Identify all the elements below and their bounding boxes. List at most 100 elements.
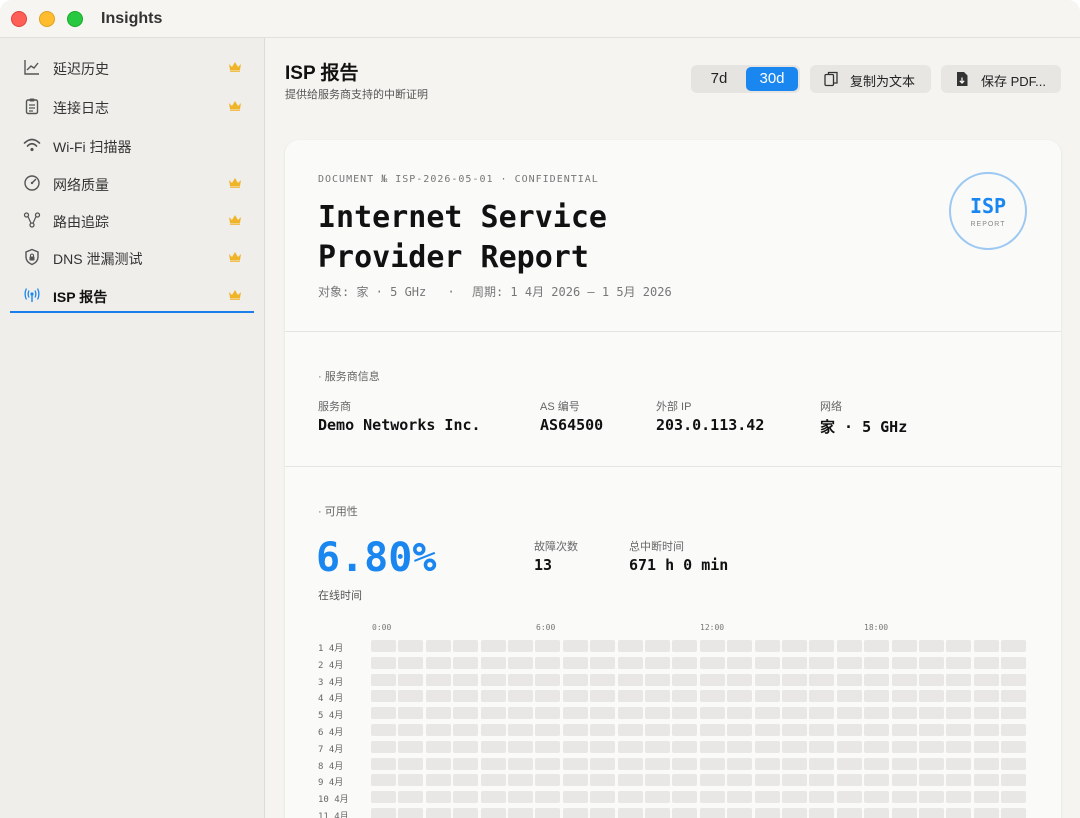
heatmap-cell — [590, 740, 616, 753]
report-period: 周期: 1 4月 2026 — 1 5月 2026 — [471, 285, 672, 299]
network-label: 网络 — [820, 401, 842, 413]
heatmap-cell — [809, 673, 835, 686]
heatmap-cell — [864, 740, 890, 753]
sidebar-item-dns-leak-test[interactable]: DNS 泄漏测试 — [10, 239, 254, 275]
heatmap-cell — [973, 791, 999, 804]
heatmap-cell — [1001, 791, 1027, 804]
sidebar-item-traceroute[interactable]: 路由追踪 — [10, 202, 254, 238]
heatmap-cell — [754, 740, 780, 753]
heatmap-cell — [508, 724, 533, 736]
outages-label: 故障次数 — [534, 541, 578, 553]
crown-icon — [229, 178, 241, 188]
copy-icon — [824, 71, 838, 87]
heatmap-cell — [480, 774, 506, 787]
heatmap-cell — [699, 724, 725, 736]
heatmap-cell — [864, 724, 890, 736]
heatmap-cell — [562, 640, 588, 652]
heatmap-cell — [371, 673, 396, 686]
heatmap-cell — [699, 774, 725, 787]
heatmap-cell — [480, 740, 506, 753]
route-nodes-icon — [23, 212, 41, 228]
heatmap-cell — [562, 724, 588, 736]
heatmap-cell — [754, 724, 780, 736]
heatmap-cell — [398, 673, 424, 686]
outages-value: 13 — [534, 556, 553, 574]
heatmap-cell — [836, 656, 862, 669]
sidebar: 延迟历史 连接日志 Wi-Fi 扫描器 网络质量 路由追踪 DNS 泄漏测试 I… — [0, 38, 265, 818]
heatmap-cell — [836, 757, 862, 770]
heatmap-cell — [809, 640, 835, 652]
heatmap-cell — [371, 774, 396, 787]
heatmap-cell — [617, 707, 643, 720]
heatmap-cell — [973, 724, 999, 736]
heatmap-cell — [754, 640, 780, 652]
heatmap-cell — [645, 673, 670, 686]
heatmap-cell — [864, 808, 890, 818]
heatmap-cell — [754, 656, 780, 669]
heatmap-cell — [973, 808, 999, 818]
sidebar-item-connection-log[interactable]: 连接日志 — [10, 88, 254, 124]
heatmap-cell — [562, 690, 588, 703]
heatmap-cell — [809, 757, 835, 770]
range-7d-button[interactable]: 7d — [693, 67, 745, 91]
heatmap-cell — [836, 690, 862, 703]
network-value: 家 · 5 GHz — [820, 418, 908, 436]
heatmap-cell — [836, 791, 862, 804]
heatmap-cell — [809, 791, 835, 804]
heatmap-cell — [782, 656, 807, 669]
heatmap-cell — [562, 707, 588, 720]
sidebar-item-network-quality[interactable]: 网络质量 — [10, 165, 254, 201]
heatmap-day-label: 1 4月 — [318, 644, 344, 654]
heatmap-cell — [371, 640, 396, 652]
heatmap-cell — [508, 757, 533, 770]
isp-report-seal: ISP REPORT — [949, 172, 1027, 250]
heatmap-cell — [946, 690, 972, 703]
zoom-window-button[interactable] — [67, 11, 83, 27]
heatmap-cell — [672, 774, 698, 787]
heatmap-cell — [727, 724, 753, 736]
heatmap-cell — [919, 774, 944, 787]
heatmap-cell — [973, 774, 999, 787]
minimize-window-button[interactable] — [39, 11, 55, 27]
sidebar-item-isp-report[interactable]: ISP 报告 — [10, 277, 254, 313]
heatmap-hour-label: 18:00 — [864, 623, 889, 632]
heatmap-cell — [371, 724, 396, 736]
sidebar-item-latency-history[interactable]: 延迟历史 — [10, 49, 254, 85]
heatmap-cell — [672, 640, 698, 652]
range-30d-button[interactable]: 30d — [746, 67, 798, 91]
heatmap-day-label: 3 4月 — [318, 677, 344, 688]
heatmap-cell — [973, 707, 999, 720]
heatmap-cell — [919, 808, 944, 818]
heatmap-cell — [891, 757, 917, 770]
heatmap-cell — [727, 640, 753, 652]
heatmap-cell — [946, 740, 972, 753]
app-title: Insights — [101, 10, 163, 27]
heatmap-cell — [699, 673, 725, 686]
heatmap-cell — [480, 673, 506, 686]
heatmap-cell — [425, 673, 451, 686]
close-window-button[interactable] — [11, 11, 27, 27]
heatmap-cell — [535, 640, 561, 652]
heatmap-cell — [453, 640, 479, 652]
downtime-label: 总中断时间 — [629, 541, 684, 553]
copy-as-text-button[interactable]: 复制为文本 — [810, 65, 931, 93]
downtime-value: 671 h 0 min — [629, 556, 729, 574]
heatmap-cell — [891, 656, 917, 669]
external-ip-label: 外部 IP — [656, 401, 692, 413]
save-pdf-button[interactable]: 保存 PDF... — [941, 65, 1061, 93]
external-ip-value: 203.0.113.42 — [656, 416, 765, 434]
sidebar-item-wifi-scanner[interactable]: Wi-Fi 扫描器 — [10, 127, 254, 163]
heatmap-cell — [617, 690, 643, 703]
as-number-label: AS 编号 — [540, 401, 580, 413]
divider — [285, 331, 1061, 332]
heatmap-cell — [919, 640, 944, 652]
title-bar: Insights — [0, 0, 1080, 38]
heatmap-cell — [809, 808, 835, 818]
heatmap-cell — [590, 757, 616, 770]
heatmap-cell — [973, 740, 999, 753]
heatmap-cell — [371, 707, 396, 720]
heatmap-cell — [699, 757, 725, 770]
heatmap-cell — [480, 707, 506, 720]
heatmap-cell — [645, 740, 670, 753]
heatmap-cell — [864, 673, 890, 686]
